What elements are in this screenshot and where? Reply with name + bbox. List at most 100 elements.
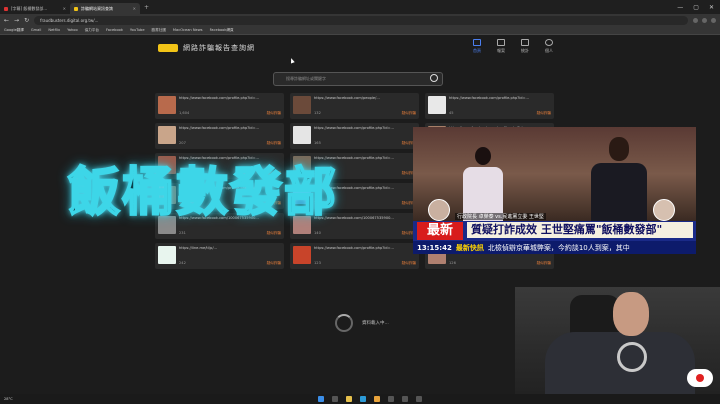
nav-label: 報案	[497, 48, 505, 53]
loading-spinner-icon	[335, 314, 353, 332]
browser-tab-active[interactable]: 詐騙網站資訊查詢 ✕	[70, 3, 140, 14]
card-title[interactable]: https://www.facebook.com/people/...	[314, 96, 416, 100]
card-title[interactable]: https://www.facebook.com/profile.php?id=…	[449, 96, 551, 100]
report-card[interactable]: https://www.facebook.com/profile.php?id=…	[290, 243, 419, 269]
nav-report[interactable]: 報案	[494, 39, 508, 54]
nav-home[interactable]: 首頁	[470, 39, 484, 54]
bookmark[interactable]: Facebook網頁	[210, 28, 234, 33]
bookmark[interactable]: MacOcean News	[173, 28, 203, 32]
extension-icon[interactable]	[702, 17, 707, 23]
minimize-icon[interactable]: —	[677, 4, 683, 11]
nav-label: 首頁	[473, 48, 481, 53]
maximize-icon[interactable]: ▢	[693, 4, 699, 11]
card-status: 疑似詐騙	[266, 141, 281, 145]
bookmark[interactable]: Netflix	[48, 28, 60, 32]
speaker-left	[463, 147, 503, 221]
bookmark[interactable]: 臉書社團	[152, 28, 166, 33]
news-crawl: 北檢偵辦京華城弊案，今約談10人到案，其中	[487, 243, 630, 252]
tab-label: [字幕] 飯桶數發部...	[11, 5, 48, 11]
start-icon[interactable]	[318, 396, 325, 402]
new-tab-icon[interactable]: +	[144, 4, 149, 11]
forward-icon[interactable]: →	[14, 17, 19, 24]
bookmark[interactable]: Facebook	[106, 28, 123, 32]
site-title: 網路詐騙報告查詢網	[183, 44, 255, 52]
report-card[interactable]: https://www.facebook.com/profile.php?id=…	[155, 93, 284, 119]
speaker-right	[591, 137, 647, 221]
card-title[interactable]: https://www.facebook.com/profile.php?id=…	[314, 126, 416, 130]
bookmark[interactable]: Google翻譯	[4, 28, 24, 33]
nav-user[interactable]: 個人	[542, 39, 556, 54]
browser-tabbar: [字幕] 飯桶數發部... ✕ 詐騙網站資訊查詢 ✕ + — ▢ ✕	[0, 0, 720, 14]
bookmark[interactable]: Yahoo	[67, 28, 78, 32]
bookmarks-bar: Google翻譯 Gmail Netflix Yahoo 協力平台 Facebo…	[0, 26, 720, 35]
card-count: 45	[449, 111, 454, 115]
inset-avatar-left	[428, 199, 450, 221]
inset-avatar-right	[653, 199, 675, 221]
tab-label: 詐騙網站資訊查詢	[81, 5, 113, 11]
news-ticker: 13:15:42 最新快訊 北檢偵辦京華城弊案，今約談10人到案，其中	[413, 241, 696, 254]
news-clock: 13:15:42	[417, 243, 452, 252]
search-taskbar-icon[interactable]	[332, 396, 339, 402]
card-thumbnail	[428, 96, 446, 114]
tab-favicon-icon	[74, 6, 78, 11]
streamer-camera	[515, 287, 720, 394]
weather-text[interactable]: 28°C	[4, 397, 13, 401]
mouse-pointer-icon	[289, 57, 295, 64]
card-status: 疑似詐騙	[401, 111, 416, 115]
tab-favicon-icon	[4, 6, 8, 11]
bookmark[interactable]: Gmail	[31, 28, 42, 32]
report-card[interactable]: https://www.facebook.com/people/... 132 疑似…	[290, 93, 419, 119]
report-icon	[497, 39, 505, 46]
card-count: 207	[179, 141, 186, 145]
app-icon[interactable]	[402, 396, 409, 402]
report-card[interactable]: https://www.facebook.com/profile.php?id=…	[290, 123, 419, 149]
necklace	[617, 342, 647, 372]
chrome-icon[interactable]	[374, 396, 381, 402]
card-title[interactable]: https://www.facebook.com/profile.php?id=…	[179, 96, 281, 100]
card-thumbnail	[293, 96, 311, 114]
reload-icon[interactable]: ↻	[24, 17, 29, 24]
card-title[interactable]: https://line.me/ti/p/...	[179, 246, 281, 250]
file-explorer-icon[interactable]	[346, 396, 353, 402]
nav-stats[interactable]: 統計	[518, 39, 532, 54]
stats-icon	[521, 39, 529, 46]
news-flash-label: 最新快訊	[455, 243, 484, 252]
loading-text: 資料載入中...	[362, 321, 389, 326]
browser-tab[interactable]: [字幕] 飯桶數發部... ✕	[0, 3, 70, 14]
card-thumbnail	[293, 246, 311, 264]
search-input[interactable]: 搜尋詐騙網址或關鍵字	[273, 72, 443, 86]
window-controls: — ▢ ✕	[677, 4, 720, 11]
logo-mark-icon	[158, 44, 178, 52]
card-status: 疑似詐騙	[266, 111, 281, 115]
back-icon[interactable]: ←	[4, 17, 9, 24]
card-title[interactable]: https://www.facebook.com/profile.php?id=…	[179, 126, 281, 130]
news-inset: 行政院長 卓榮泰 vs.民進黨立委 王世堅 最新 質疑打詐成效 王世堅痛罵"飯桶…	[413, 127, 696, 254]
extension-icon[interactable]	[693, 17, 698, 23]
close-tab-icon[interactable]: ✕	[133, 6, 136, 11]
close-window-icon[interactable]: ✕	[709, 4, 714, 11]
report-card[interactable]: https://www.facebook.com/profile.php?id=…	[155, 123, 284, 149]
app-icon[interactable]	[416, 396, 423, 402]
card-count: 1,604	[179, 111, 190, 115]
card-status: 疑似詐騙	[401, 261, 416, 265]
close-tab-icon[interactable]: ✕	[63, 6, 66, 11]
report-card[interactable]: https://www.facebook.com/profile.php?id=…	[425, 93, 554, 119]
url-field[interactable]: fraudbusters.digital.org.tw/...	[34, 15, 688, 25]
report-card[interactable]: https://line.me/ti/p/... 242 疑似詐騙	[155, 243, 284, 269]
card-count: 165	[314, 141, 321, 145]
bookmark[interactable]: YouTube	[130, 28, 145, 32]
app-icon[interactable]	[388, 396, 395, 402]
card-title[interactable]: https://www.facebook.com/profile.php?id=…	[314, 246, 416, 250]
card-status: 疑似詐騙	[536, 261, 551, 265]
card-thumbnail	[158, 246, 176, 264]
record-indicator-icon	[687, 369, 713, 387]
edge-icon[interactable]	[360, 396, 367, 402]
card-count: 242	[179, 261, 186, 265]
search-icon[interactable]	[430, 74, 438, 82]
bookmark[interactable]: 協力平台	[85, 28, 99, 33]
home-icon	[473, 39, 481, 46]
profile-icon[interactable]	[711, 17, 716, 23]
site-logo[interactable]: 網路詐騙報告查詢網	[158, 43, 255, 53]
card-count: 231	[179, 231, 186, 235]
card-status: 疑似詐騙	[266, 261, 281, 265]
